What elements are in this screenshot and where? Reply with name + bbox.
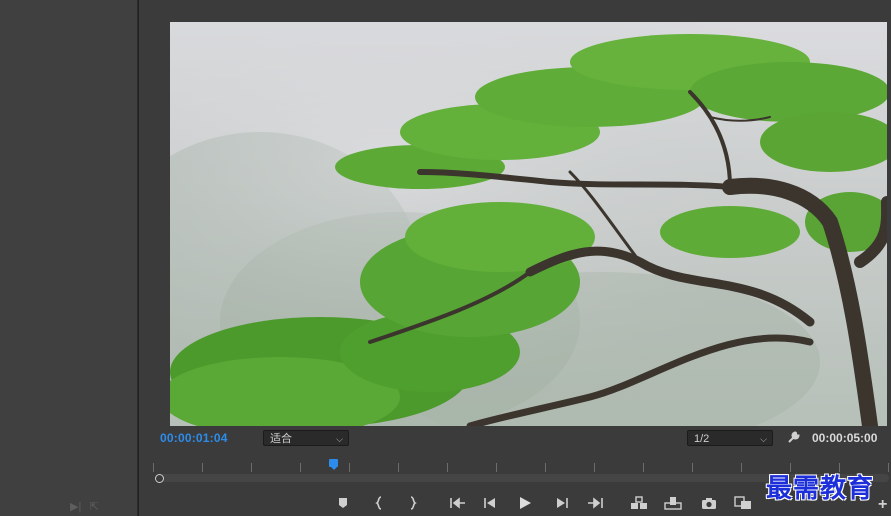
mark-in-icon — [375, 496, 382, 510]
step-forward-button[interactable] — [552, 494, 570, 512]
chevron-down-icon: ⌵ — [760, 434, 767, 444]
go-to-out-button[interactable] — [586, 494, 604, 512]
ruler-tick — [447, 463, 448, 472]
mark-out-icon — [410, 496, 417, 510]
overwrite-icon — [664, 497, 682, 510]
comparison-view-button[interactable] — [734, 494, 752, 512]
ruler-tick — [300, 463, 301, 472]
insert-clip-icon[interactable]: ▶| — [70, 500, 81, 513]
monitor-status-bar: 00:00:01:04 适合 ⌵ 1/2 ⌵ 00:00:05:00 — [139, 428, 891, 450]
mark-out-button[interactable] — [403, 494, 421, 512]
zoom-scrollbar-handle[interactable] — [155, 474, 164, 483]
settings-wrench-icon[interactable] — [787, 430, 801, 444]
comparison-view-icon — [734, 496, 751, 509]
insert-icon — [631, 496, 647, 509]
ruler-tick — [251, 463, 252, 472]
insert-button[interactable] — [630, 494, 648, 512]
ruler-tick — [594, 463, 595, 472]
button-editor-plus-icon[interactable]: + — [878, 496, 887, 514]
playhead-indicator[interactable] — [329, 459, 339, 470]
pine-tree-frame-image — [170, 22, 887, 426]
overwrite-button[interactable] — [664, 494, 682, 512]
play-icon — [520, 497, 531, 509]
overwrite-clip-icon[interactable]: ⇱ — [89, 500, 98, 513]
ruler-tick — [741, 463, 742, 472]
ruler-tick — [202, 463, 203, 472]
ruler-tick — [692, 463, 693, 472]
ruler-tick — [888, 463, 889, 472]
mark-in-button[interactable] — [371, 494, 389, 512]
program-monitor: 00:00:01:04 适合 ⌵ 1/2 ⌵ 00:00:05:00 + — [139, 0, 891, 516]
duration-timecode: 00:00:05:00 — [812, 431, 878, 445]
step-back-button[interactable] — [482, 494, 500, 512]
ruler-tick — [643, 463, 644, 472]
add-marker-button[interactable] — [334, 494, 352, 512]
ruler-tick — [349, 463, 350, 472]
watermark-logo: 最需教育 — [766, 474, 875, 504]
step-forward-icon — [557, 498, 568, 508]
ruler-tick — [153, 463, 154, 472]
go-to-in-icon — [450, 497, 465, 509]
fit-zoom-value: 适合 — [270, 433, 292, 445]
go-to-in-button[interactable] — [449, 494, 467, 512]
camera-icon — [702, 497, 716, 509]
marker-icon — [339, 498, 347, 508]
project-panel: ▶| ⇱ — [0, 0, 138, 516]
go-to-out-icon — [588, 497, 603, 509]
fit-zoom-select[interactable]: 适合 ⌵ — [263, 430, 349, 446]
playback-resolution-select[interactable]: 1/2 ⌵ — [687, 430, 773, 446]
ruler-tick — [398, 463, 399, 472]
panel-footer-icons: ▶| ⇱ — [70, 500, 99, 513]
ruler-tick — [545, 463, 546, 472]
step-back-icon — [484, 498, 495, 508]
current-timecode[interactable]: 00:00:01:04 — [160, 431, 228, 445]
ruler-tick — [496, 463, 497, 472]
play-button[interactable] — [516, 494, 534, 512]
playback-resolution-value: 1/2 — [694, 433, 710, 445]
chevron-down-icon: ⌵ — [336, 434, 343, 444]
video-preview — [170, 22, 887, 426]
export-frame-button[interactable] — [700, 494, 718, 512]
